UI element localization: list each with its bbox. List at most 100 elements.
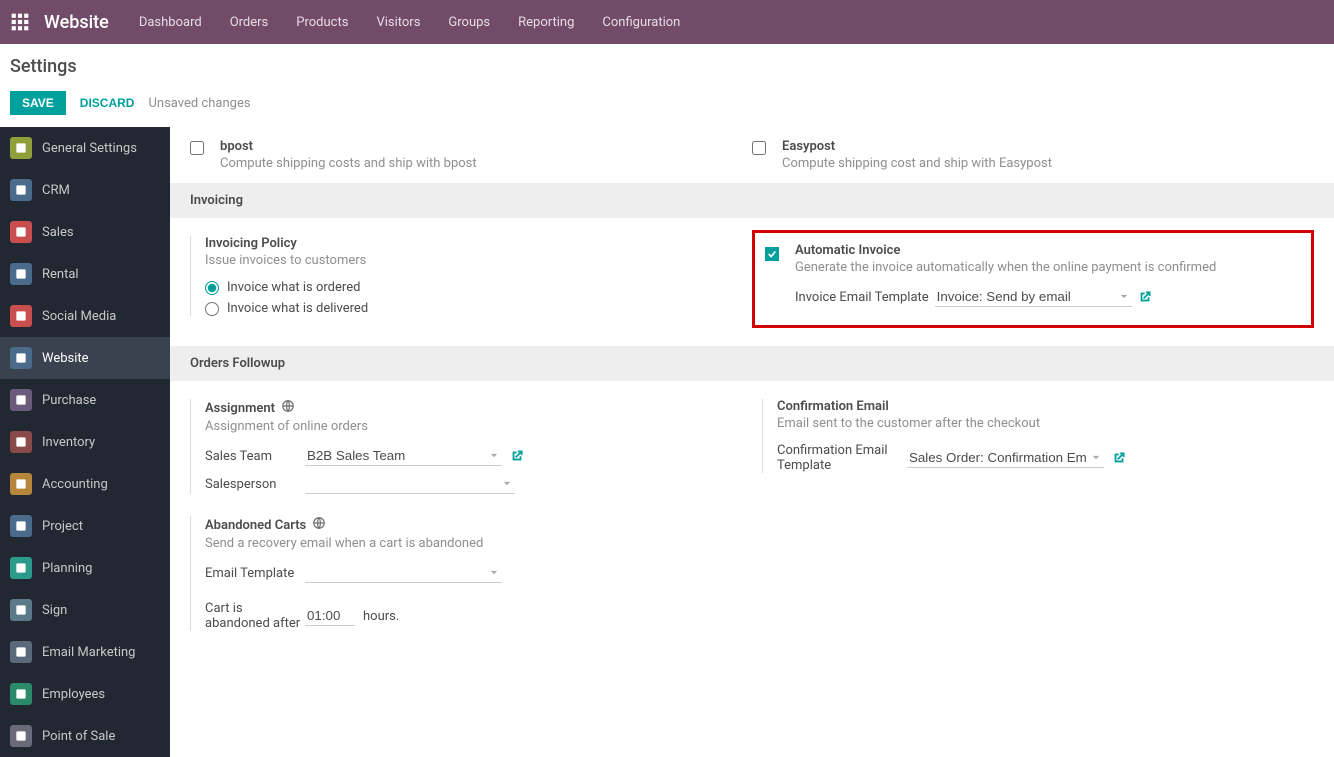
sidebar-item-label: Accounting [42,477,108,492]
sidebar-item-email-marketing[interactable]: Email Marketing [0,631,170,673]
save-button[interactable]: SAVE [10,91,66,115]
action-bar: SAVE DISCARD Unsaved changes [0,83,1334,127]
confirmation-title: Confirmation Email [777,399,1314,414]
module-icon [10,515,32,537]
discard-button[interactable]: DISCARD [80,96,135,110]
policy-delivered-radio[interactable] [205,302,219,316]
abandoned-desc: Send a recovery email when a cart is aba… [205,536,742,551]
sidebar-item-label: Rental [42,267,79,282]
sidebar-item-planning[interactable]: Planning [0,547,170,589]
sidebar-item-point-of-sale[interactable]: Point of Sale [0,715,170,757]
sidebar-item-social-media[interactable]: Social Media [0,295,170,337]
module-icon [10,431,32,453]
sales-team-select[interactable] [305,446,502,466]
sidebar-item-label: Inventory [42,435,95,450]
nav-visitors[interactable]: Visitors [376,15,420,30]
nav-dashboard[interactable]: Dashboard [139,15,202,30]
nav-groups[interactable]: Groups [448,15,490,30]
sidebar-item-website[interactable]: Website [0,337,170,379]
settings-sidebar: General Settings CRM Sales Rental Social Med… [0,127,170,757]
sales-team-external-link[interactable] [510,449,524,463]
followup-section-head: Orders Followup [170,346,1334,381]
unsaved-indicator: Unsaved changes [148,96,250,111]
bpost-title: bpost [220,139,477,154]
sidebar-item-label: General Settings [42,141,137,156]
abandoned-after-unit: hours. [363,609,399,624]
module-icon [10,725,32,747]
sidebar-item-label: Planning [42,561,92,576]
sales-team-label: Sales Team [205,449,305,464]
module-icon [10,137,32,159]
auto-invoice-title: Automatic Invoice [795,243,1216,258]
bpost-checkbox[interactable] [190,141,204,155]
sidebar-item-employees[interactable]: Employees [0,673,170,715]
easypost-title: Easypost [782,139,1052,154]
settings-content: bpost Compute shipping costs and ship wi… [170,127,1334,757]
salesperson-select[interactable] [305,474,515,494]
sidebar-item-label: Sales [42,225,74,240]
module-icon [10,599,32,621]
auto-invoice-template-external-link[interactable] [1138,290,1152,304]
assignment-title: Assignment [205,401,275,416]
abandoned-after-input[interactable] [305,606,355,626]
brand: Website [44,12,109,33]
sidebar-item-label: CRM [42,183,70,198]
globe-icon [281,399,295,417]
sidebar-item-label: Purchase [42,393,96,408]
apps-icon[interactable] [10,12,30,32]
abandoned-template-select[interactable] [305,563,502,583]
module-icon [10,263,32,285]
sidebar-item-crm[interactable]: CRM [0,169,170,211]
module-icon [10,305,32,327]
module-icon [10,557,32,579]
page-header: Settings [0,44,1334,83]
nav-orders[interactable]: Orders [230,15,269,30]
abandoned-title: Abandoned Carts [205,518,306,533]
salesperson-label: Salesperson [205,477,305,492]
sidebar-item-label: Email Marketing [42,645,135,660]
module-icon [10,683,32,705]
sidebar-item-purchase[interactable]: Purchase [0,379,170,421]
policy-ordered-radio[interactable] [205,281,219,295]
invoicing-policy-desc: Issue invoices to customers [205,253,742,268]
sidebar-item-inventory[interactable]: Inventory [0,421,170,463]
nav-configuration[interactable]: Configuration [602,15,680,30]
module-icon [10,347,32,369]
confirmation-template-external-link[interactable] [1112,451,1126,465]
policy-ordered-label: Invoice what is ordered [227,280,360,295]
auto-invoice-template-label: Invoice Email Template [795,290,929,305]
nav-reporting[interactable]: Reporting [518,15,574,30]
policy-delivered-label: Invoice what is delivered [227,301,368,316]
sidebar-item-sign[interactable]: Sign [0,589,170,631]
confirmation-template-select[interactable] [907,448,1104,468]
sidebar-item-label: Sign [42,603,67,618]
automatic-invoice-highlight: Automatic Invoice Generate the invoice a… [752,230,1314,328]
sidebar-item-label: Project [42,519,83,534]
sidebar-item-accounting[interactable]: Accounting [0,463,170,505]
auto-invoice-template-select[interactable] [935,287,1132,307]
sidebar-item-label: Point of Sale [42,729,115,744]
invoicing-policy-title: Invoicing Policy [205,236,742,251]
sidebar-item-sales[interactable]: Sales [0,211,170,253]
policy-ordered-row[interactable]: Invoice what is ordered [205,280,742,295]
nav-products[interactable]: Products [296,15,348,30]
sidebar-item-label: Social Media [42,309,116,324]
easypost-desc: Compute shipping cost and ship with Easy… [782,156,1052,171]
easypost-checkbox[interactable] [752,141,766,155]
sidebar-item-project[interactable]: Project [0,505,170,547]
policy-delivered-row[interactable]: Invoice what is delivered [205,301,742,316]
confirmation-template-label: Confirmation Email Template [777,443,907,473]
sidebar-item-rental[interactable]: Rental [0,253,170,295]
top-nav: Website Dashboard Orders Products Visito… [0,0,1334,44]
bpost-desc: Compute shipping costs and ship with bpo… [220,156,477,171]
module-icon [10,389,32,411]
invoicing-section-head: Invoicing [170,183,1334,218]
auto-invoice-checkbox[interactable] [765,247,779,261]
confirmation-desc: Email sent to the customer after the che… [777,416,1314,431]
auto-invoice-desc: Generate the invoice automatically when … [795,260,1216,275]
top-menu: Dashboard Orders Products Visitors Group… [139,15,681,30]
abandoned-after-label: Cart is abandoned after [205,601,305,631]
module-icon [10,641,32,663]
assignment-desc: Assignment of online orders [205,419,742,434]
sidebar-item-general-settings[interactable]: General Settings [0,127,170,169]
